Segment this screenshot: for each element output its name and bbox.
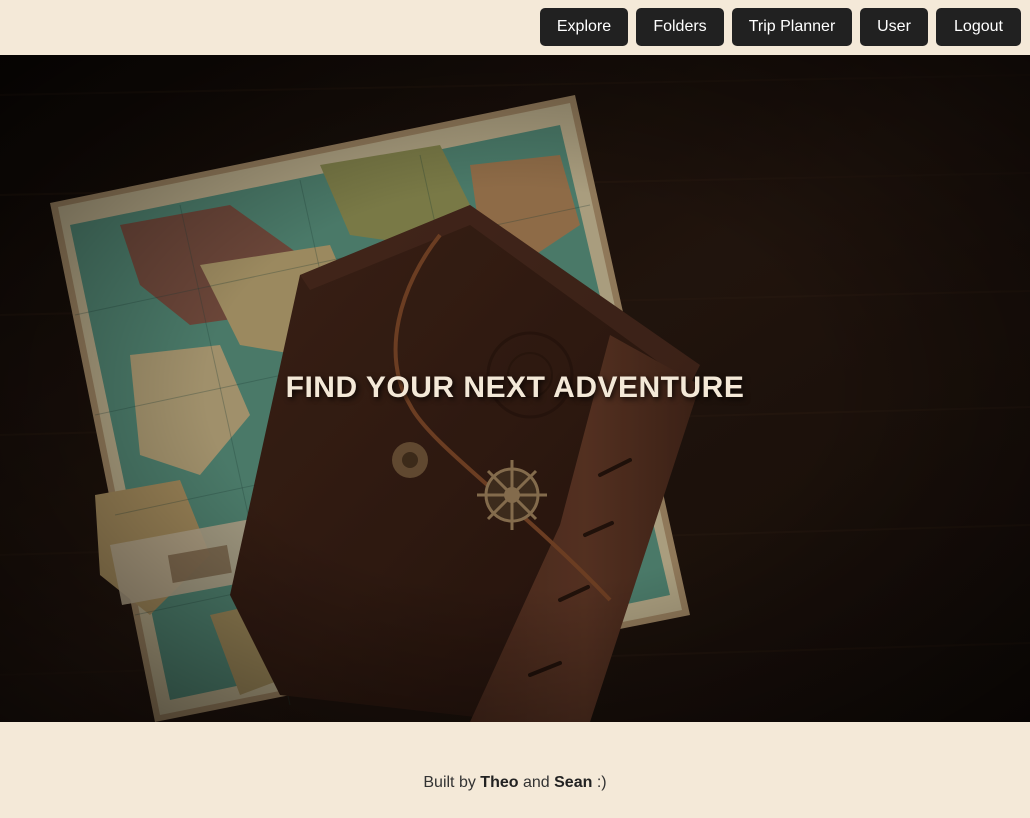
credits-author-theo: Theo [480, 774, 519, 791]
nav-explore-button[interactable]: Explore [540, 8, 628, 46]
hero-title: FIND YOUR NEXT ADVENTURE [285, 371, 745, 404]
credits-prefix: Built by [423, 774, 476, 791]
credits-author-sean: Sean [554, 774, 593, 791]
footer-credits: Built by Theo and Sean :) [0, 774, 1030, 792]
nav-trip-planner-button[interactable]: Trip Planner [732, 8, 852, 46]
top-navbar: Explore Folders Trip Planner User Logout [0, 0, 1030, 55]
nav-folders-button[interactable]: Folders [636, 8, 724, 46]
nav-user-button[interactable]: User [860, 8, 928, 46]
nav-logout-button[interactable]: Logout [936, 8, 1021, 46]
footer: Built by Theo and Sean :) [0, 722, 1030, 818]
credits-conjunction: and [522, 774, 550, 791]
hero-banner: FIND YOUR NEXT ADVENTURE [0, 55, 1030, 722]
credits-suffix: :) [596, 774, 607, 791]
